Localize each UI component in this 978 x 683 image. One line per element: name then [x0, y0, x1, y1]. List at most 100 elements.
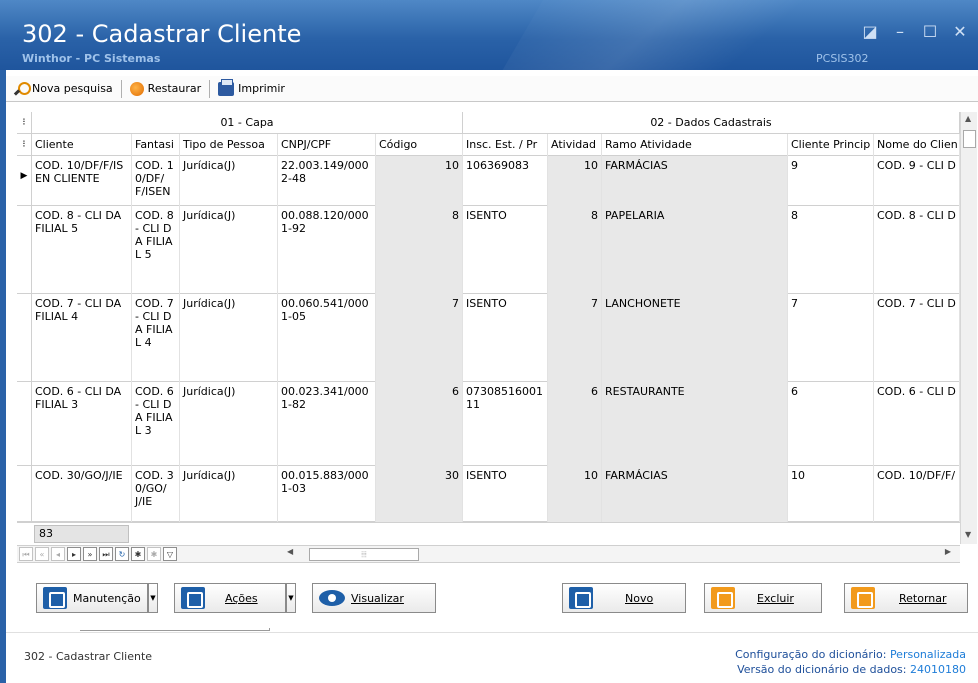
cell-insc-est[interactable]: 0730851600111 — [463, 382, 548, 466]
col-cliente[interactable]: Cliente — [32, 134, 132, 156]
cell-fantasia[interactable]: COD. 10/DF/ F/ISEN — [132, 156, 180, 206]
cell-atividade[interactable]: 7 — [548, 294, 602, 382]
scroll-down-icon[interactable]: ▼ — [965, 530, 971, 539]
cell-cliente[interactable]: COD. 6 - CLI DA FILIAL 3 — [32, 382, 132, 466]
cell-codigo[interactable]: 10 — [376, 156, 463, 206]
col-nome-cliente[interactable]: Nome do Clien — [874, 134, 960, 156]
cell-tipo-pessoa[interactable]: Jurídica(J) — [180, 294, 278, 382]
cell-cnpj-cpf[interactable]: 00.060.541/0001-05 — [278, 294, 376, 382]
scroll-right-icon[interactable]: ▶ — [945, 547, 951, 556]
table-row[interactable]: COD. 30/GO/J/IE COD. 30/GO/ J/IE Jurídic… — [17, 466, 960, 522]
col-fantasia[interactable]: Fantasi — [132, 134, 180, 156]
vertical-scrollbar[interactable]: ▲ ▼ — [960, 112, 977, 544]
cell-tipo-pessoa[interactable]: Jurídica(J) — [180, 156, 278, 206]
prev-page-icon[interactable]: « — [35, 547, 49, 561]
cell-atividade[interactable]: 10 — [548, 156, 602, 206]
cell-atividade[interactable]: 8 — [548, 206, 602, 294]
col-cliente-principal[interactable]: Cliente Princip — [788, 134, 874, 156]
scroll-left-icon[interactable]: ◀ — [287, 547, 293, 556]
restore-window-icon[interactable]: ◪ — [860, 22, 880, 42]
horizontal-scroll-thumb[interactable]: ⦙⦙⦙ — [309, 548, 419, 561]
cell-cliente[interactable]: COD. 8 - CLI DA FILIAL 5 — [32, 206, 132, 294]
filter-icon[interactable]: ▽ — [163, 547, 177, 561]
cell-cliente[interactable]: COD. 7 - CLI DA FILIAL 4 — [32, 294, 132, 382]
cell-codigo[interactable]: 8 — [376, 206, 463, 294]
cell-insc-est[interactable]: ISENTO — [463, 206, 548, 294]
cell-ramo-atividade[interactable]: LANCHONETE — [602, 294, 788, 382]
cell-fantasia[interactable]: COD. 6 - CLI DA FILIAL 3 — [132, 382, 180, 466]
cell-codigo[interactable]: 7 — [376, 294, 463, 382]
cell-cliente-principal[interactable]: 6 — [788, 382, 874, 466]
visualizar-button[interactable]: Visualizar — [312, 583, 436, 613]
cell-codigo[interactable]: 30 — [376, 466, 463, 522]
table-row[interactable]: COD. 6 - CLI DA FILIAL 3 COD. 6 - CLI DA… — [17, 382, 960, 466]
cell-cliente[interactable]: COD. 10/DF/F/ISEN CLIENTE — [32, 156, 132, 206]
cell-cliente[interactable]: COD. 30/GO/J/IE — [32, 466, 132, 522]
prev-record-icon[interactable]: ◂ — [51, 547, 65, 561]
horizontal-scrollbar[interactable]: ◀ ⦙⦙⦙ ▶ — [285, 547, 953, 561]
cell-cliente-principal[interactable]: 9 — [788, 156, 874, 206]
excluir-button[interactable]: Excluir — [704, 583, 822, 613]
cell-ramo-atividade[interactable]: PAPELARIA — [602, 206, 788, 294]
cell-ramo-atividade[interactable]: FARMÁCIAS — [602, 466, 788, 522]
edit-icon[interactable]: ✱ — [147, 547, 161, 561]
next-page-icon[interactable]: » — [83, 547, 97, 561]
novo-button[interactable]: Novo — [562, 583, 686, 613]
cell-cliente-principal[interactable]: 10 — [788, 466, 874, 522]
retornar-button[interactable]: Retornar — [844, 583, 968, 613]
cell-atividade[interactable]: 6 — [548, 382, 602, 466]
cell-fantasia[interactable]: COD. 30/GO/ J/IE — [132, 466, 180, 522]
cell-codigo[interactable]: 6 — [376, 382, 463, 466]
scroll-thumb[interactable] — [963, 130, 976, 148]
cell-nome-cliente[interactable]: COD. 6 - CLI D — [874, 382, 960, 466]
minimize-icon[interactable]: – — [890, 22, 910, 42]
col-codigo[interactable]: Código — [376, 134, 463, 156]
table-row[interactable]: ▶ COD. 10/DF/F/ISEN CLIENTE COD. 10/DF/ … — [17, 156, 960, 206]
cell-cliente-principal[interactable]: 8 — [788, 206, 874, 294]
manutencao-dropdown[interactable]: ▼ — [148, 583, 158, 613]
acoes-button[interactable]: Ações — [174, 583, 286, 613]
cell-insc-est[interactable]: ISENTO — [463, 294, 548, 382]
cell-tipo-pessoa[interactable]: Jurídica(J) — [180, 466, 278, 522]
first-record-icon[interactable]: ⏮ — [19, 547, 33, 561]
cell-tipo-pessoa[interactable]: Jurídica(J) — [180, 206, 278, 294]
next-record-icon[interactable]: ▸ — [67, 547, 81, 561]
cell-ramo-atividade[interactable]: RESTAURANTE — [602, 382, 788, 466]
scroll-up-icon[interactable]: ▲ — [965, 114, 971, 123]
last-record-icon[interactable]: ⏭ — [99, 547, 113, 561]
cell-cnpj-cpf[interactable]: 00.023.341/0001-82 — [278, 382, 376, 466]
cell-nome-cliente[interactable]: COD. 7 - CLI D — [874, 294, 960, 382]
band-capa[interactable]: 01 - Capa — [32, 112, 463, 134]
insert-icon[interactable]: ✱ — [131, 547, 145, 561]
column-customize-icon[interactable]: ⁝ — [17, 134, 32, 156]
cell-insc-est[interactable]: ISENTO — [463, 466, 548, 522]
imprimir-button[interactable]: Imprimir — [210, 78, 293, 100]
cell-cnpj-cpf[interactable]: 00.088.120/0001-92 — [278, 206, 376, 294]
manutencao-button[interactable]: Manutenção — [36, 583, 148, 613]
cell-nome-cliente[interactable]: COD. 8 - CLI D — [874, 206, 960, 294]
nova-pesquisa-button[interactable]: Nova pesquisa — [6, 78, 121, 100]
cell-nome-cliente[interactable]: COD. 10/DF/F/ — [874, 466, 960, 522]
cell-insc-est[interactable]: 106369083 — [463, 156, 548, 206]
cell-fantasia[interactable]: COD. 8 - CLI DA FILIAL 5 — [132, 206, 180, 294]
acoes-dropdown[interactable]: ▼ — [286, 583, 296, 613]
cell-nome-cliente[interactable]: COD. 9 - CLI D — [874, 156, 960, 206]
col-ramo-atividade[interactable]: Ramo Atividade — [602, 134, 788, 156]
cell-cliente-principal[interactable]: 7 — [788, 294, 874, 382]
col-tipo-pessoa[interactable]: Tipo de Pessoa — [180, 134, 278, 156]
band-customize-icon[interactable]: ⁝ — [17, 112, 32, 134]
band-dados-cadastrais[interactable]: 02 - Dados Cadastrais — [463, 112, 960, 134]
table-row[interactable]: COD. 7 - CLI DA FILIAL 4 COD. 7 - CLI DA… — [17, 294, 960, 382]
col-insc-est[interactable]: Insc. Est. / Pr — [463, 134, 548, 156]
close-icon[interactable]: ✕ — [950, 22, 970, 42]
col-atividade[interactable]: Atividad — [548, 134, 602, 156]
cell-cnpj-cpf[interactable]: 22.003.149/0002-48 — [278, 156, 376, 206]
cell-fantasia[interactable]: COD. 7 - CLI DA FILIAL 4 — [132, 294, 180, 382]
maximize-icon[interactable]: ☐ — [920, 22, 940, 42]
cell-cnpj-cpf[interactable]: 00.015.883/0001-03 — [278, 466, 376, 522]
table-row[interactable]: COD. 8 - CLI DA FILIAL 5 COD. 8 - CLI DA… — [17, 206, 960, 294]
restaurar-button[interactable]: Restaurar — [122, 78, 209, 100]
col-cnpj-cpf[interactable]: CNPJ/CPF — [278, 134, 376, 156]
cell-ramo-atividade[interactable]: FARMÁCIAS — [602, 156, 788, 206]
refresh-icon[interactable]: ↻ — [115, 547, 129, 561]
